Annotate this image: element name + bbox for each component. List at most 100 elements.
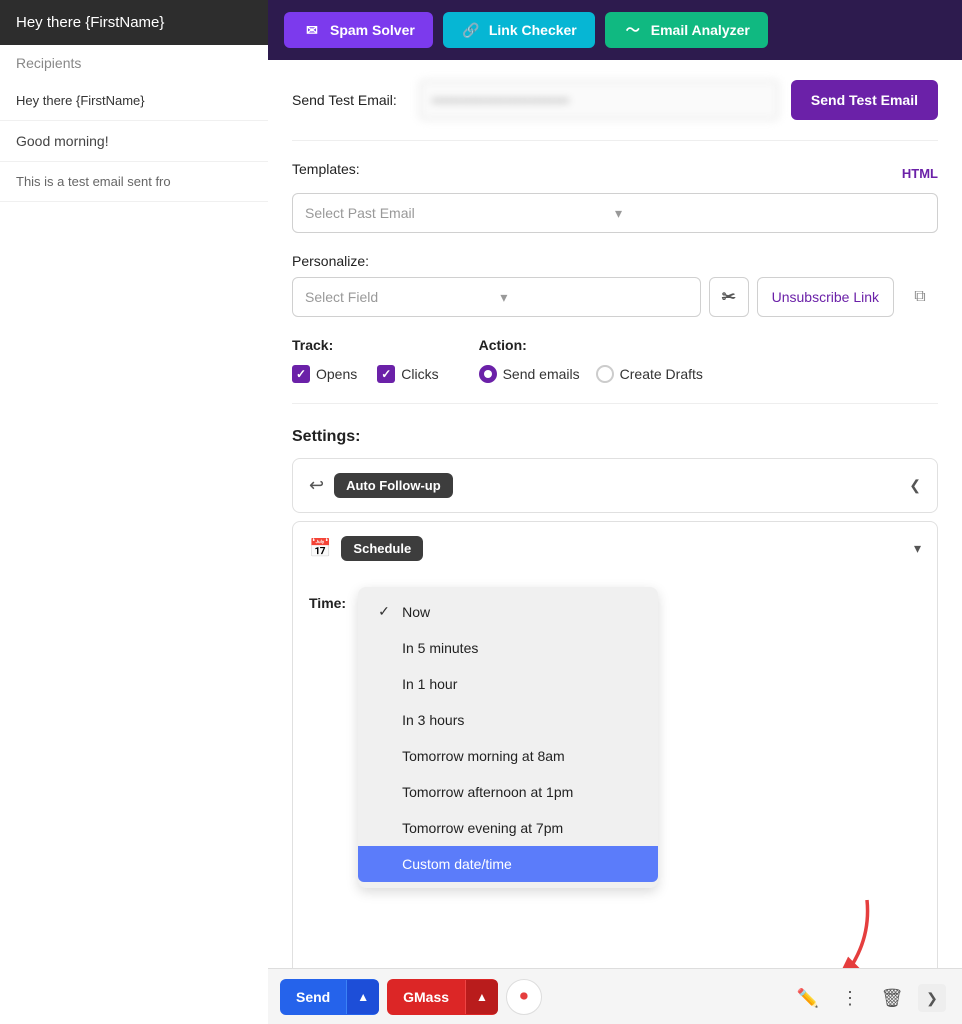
bottom-bar: Send ▲ GMass ▲ ⏺ ✏️ ⋮ 🗑 ❯ xyxy=(268,968,962,1024)
schedule-header[interactable]: 📅 Schedule ▾ xyxy=(293,522,937,575)
auto-followup-badge: Auto Follow-up xyxy=(334,473,453,498)
time-dropdown[interactable]: ✓ Now In 5 minutes In 1 hour xyxy=(358,587,658,888)
time-label: Time: xyxy=(309,595,346,611)
time-option-3hours[interactable]: In 3 hours xyxy=(358,702,658,738)
schedule-left: 📅 Schedule xyxy=(309,536,423,561)
templates-label: Templates: xyxy=(292,161,360,177)
personalize-scissors-button[interactable]: ✂ xyxy=(709,277,749,317)
send-test-input[interactable] xyxy=(419,80,779,120)
select-field-dropdown[interactable]: Select Field ▾ xyxy=(292,277,701,317)
track-title: Track: xyxy=(292,337,439,353)
send-emails-radio[interactable]: Send emails xyxy=(479,365,580,383)
create-drafts-radio[interactable]: Create Drafts xyxy=(596,365,703,383)
gmass-dropdown-arrow-icon[interactable]: ▲ xyxy=(465,980,498,1014)
track-action-row: Track: ✓ Opens ✓ Clicks xyxy=(292,337,938,404)
bottom-actions: ✏️ ⋮ 🗑 ❯ xyxy=(792,982,946,1014)
record-icon: ⏺ xyxy=(520,988,528,1006)
clicks-label: Clicks xyxy=(401,366,438,382)
send-main-label: Send xyxy=(280,979,346,1015)
opens-checkbox[interactable]: ✓ xyxy=(292,365,310,383)
clicks-checkbox[interactable]: ✓ xyxy=(377,365,395,383)
time-option-now[interactable]: ✓ Now xyxy=(358,593,658,630)
send-test-label: Send Test Email: xyxy=(292,92,397,108)
link-icon: 🔗 xyxy=(461,20,481,40)
edit-icon: ✏️ xyxy=(797,988,819,1009)
unsubscribe-link-button[interactable]: Unsubscribe Link xyxy=(757,277,894,317)
schedule-card: 📅 Schedule ▾ Time: ✓ Now xyxy=(292,521,938,1024)
time-option-tomorrow-afternoon[interactable]: Tomorrow afternoon at 1pm xyxy=(358,774,658,810)
clicks-check-icon: ✓ xyxy=(381,367,391,381)
record-button[interactable]: ⏺ xyxy=(506,979,542,1015)
time-row: Time: ✓ Now In 5 minutes In 1 hour xyxy=(293,575,937,900)
calendar-icon: 📅 xyxy=(309,538,331,559)
more-options-button[interactable]: ⋮ xyxy=(834,982,866,1014)
track-checkboxes: ✓ Opens ✓ Clicks xyxy=(292,365,439,383)
sidebar-email-body[interactable]: This is a test email sent fro xyxy=(0,162,268,202)
copy-button[interactable]: ⧉ xyxy=(902,279,938,315)
edit-button[interactable]: ✏️ xyxy=(792,982,824,1014)
sidebar-email-subject[interactable]: Hey there {FirstName} xyxy=(0,81,268,121)
analyzer-icon: 〜 xyxy=(623,20,643,40)
action-section: Action: Send emails Create Drafts xyxy=(479,337,703,383)
time-option-5min[interactable]: In 5 minutes xyxy=(358,630,658,666)
templates-section: Templates: HTML Select Past Email ▾ xyxy=(292,161,938,233)
time-option-tomorrow-evening[interactable]: Tomorrow evening at 7pm xyxy=(358,810,658,846)
send-emails-radio-dot xyxy=(484,370,492,378)
followup-icon: ↩ xyxy=(309,475,324,496)
link-checker-button[interactable]: 🔗 Link Checker xyxy=(443,12,595,48)
tomorrow-morning-label: Tomorrow morning at 8am xyxy=(402,748,565,764)
create-drafts-radio-circle[interactable] xyxy=(596,365,614,383)
send-emails-radio-circle[interactable] xyxy=(479,365,497,383)
gmass-button[interactable]: GMass ▲ xyxy=(387,979,498,1015)
unsubscribe-label: Unsubscribe Link xyxy=(772,289,879,305)
action-title: Action: xyxy=(479,337,703,353)
trash-icon: 🗑 xyxy=(881,988,904,1009)
content-area: Send Test Email: Send Test Email Templat… xyxy=(268,60,962,1024)
1hour-label: In 1 hour xyxy=(402,676,457,692)
opens-check-icon: ✓ xyxy=(296,367,306,381)
personalize-label: Personalize: xyxy=(292,253,938,269)
auto-followup-header[interactable]: ↩ Auto Follow-up ❮ xyxy=(293,459,937,512)
select-field-placeholder: Select Field xyxy=(305,289,492,305)
send-button[interactable]: Send ▲ xyxy=(280,979,379,1015)
templates-dropdown[interactable]: Select Past Email ▾ xyxy=(292,193,938,233)
spam-solver-button[interactable]: ✉ Spam Solver xyxy=(284,12,433,48)
copy-icon: ⧉ xyxy=(914,288,925,306)
templates-placeholder: Select Past Email xyxy=(305,205,615,221)
time-option-custom[interactable]: Custom date/time xyxy=(358,846,658,882)
toolbar: ✉ Spam Solver 🔗 Link Checker 〜 Email Ana… xyxy=(268,0,962,60)
auto-followup-chevron-icon: ❮ xyxy=(909,477,921,494)
scissors-icon: ✂ xyxy=(722,287,735,307)
clicks-checkbox-item[interactable]: ✓ Clicks xyxy=(377,365,438,383)
templates-chevron-icon: ▾ xyxy=(615,205,925,222)
delete-button[interactable]: 🗑 xyxy=(876,982,908,1014)
templates-header: Templates: HTML xyxy=(292,161,938,185)
auto-followup-left: ↩ Auto Follow-up xyxy=(309,473,453,498)
time-option-1hour[interactable]: In 1 hour xyxy=(358,666,658,702)
now-label: Now xyxy=(402,604,430,620)
send-test-button[interactable]: Send Test Email xyxy=(791,80,938,120)
custom-label: Custom date/time xyxy=(402,856,512,872)
main-panel: ✉ Spam Solver 🔗 Link Checker 〜 Email Ana… xyxy=(268,0,962,1024)
sidebar: Hey there {FirstName} Recipients Hey the… xyxy=(0,0,268,1024)
send-test-row: Send Test Email: Send Test Email xyxy=(292,80,938,120)
next-button[interactable]: ❯ xyxy=(918,984,946,1012)
opens-label: Opens xyxy=(316,366,357,382)
send-dropdown-arrow-icon[interactable]: ▲ xyxy=(346,980,379,1014)
send-emails-label: Send emails xyxy=(503,366,580,382)
schedule-badge: Schedule xyxy=(341,536,423,561)
sidebar-header: Hey there {FirstName} xyxy=(0,0,268,45)
sidebar-email-greeting[interactable]: Good morning! xyxy=(0,121,268,162)
email-analyzer-button[interactable]: 〜 Email Analyzer xyxy=(605,12,768,48)
settings-title: Settings: xyxy=(292,428,938,446)
time-option-tomorrow-morning[interactable]: Tomorrow morning at 8am xyxy=(358,738,658,774)
now-check-icon: ✓ xyxy=(378,603,394,620)
opens-checkbox-item[interactable]: ✓ Opens xyxy=(292,365,357,383)
select-field-chevron-icon: ▾ xyxy=(500,289,687,306)
5min-label: In 5 minutes xyxy=(402,640,478,656)
personalize-row: Select Field ▾ ✂ Unsubscribe Link ⧉ xyxy=(292,277,938,317)
html-link[interactable]: HTML xyxy=(902,166,938,181)
tomorrow-evening-label: Tomorrow evening at 7pm xyxy=(402,820,563,836)
sidebar-recipients: Recipients xyxy=(0,45,268,81)
settings-section: Settings: ↩ Auto Follow-up ❮ 📅 Schedule xyxy=(292,428,938,1024)
